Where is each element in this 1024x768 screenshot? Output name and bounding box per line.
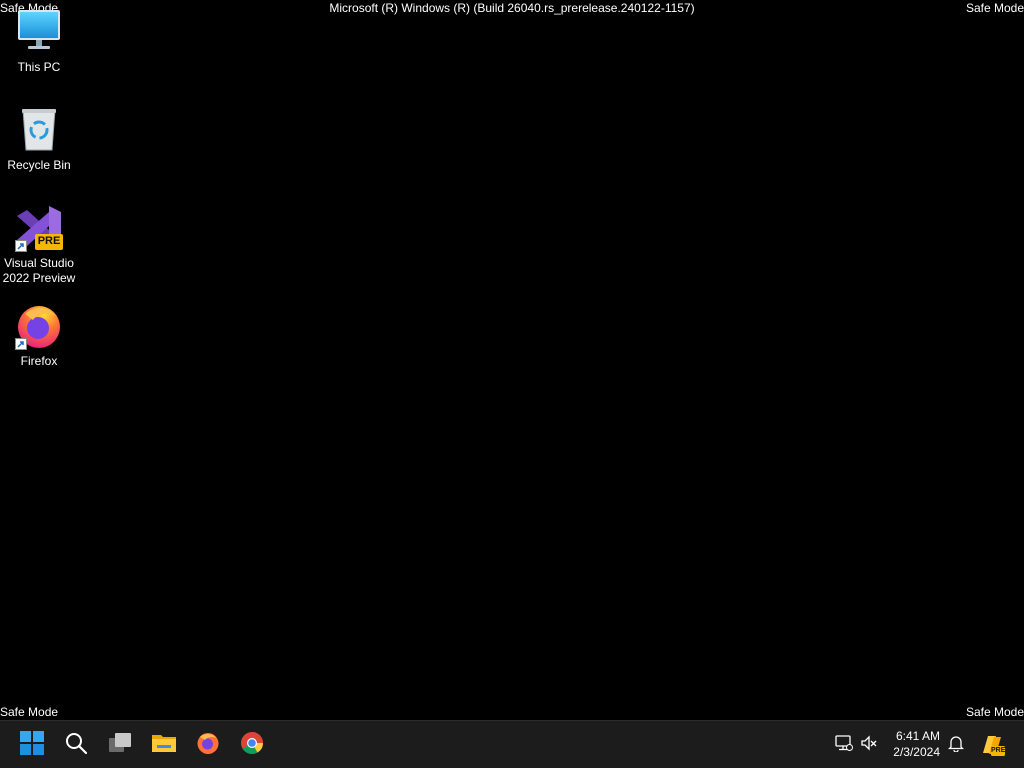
desktop-icon-label: Recycle Bin <box>7 158 71 172</box>
chrome-taskbar-button[interactable] <box>234 727 270 763</box>
desktop-icon-firefox[interactable]: Firefox <box>1 302 77 369</box>
notifications-button[interactable] <box>946 735 966 755</box>
start-button[interactable] <box>14 727 50 763</box>
windows-logo-icon <box>20 730 44 760</box>
shortcut-arrow-icon <box>15 338 27 350</box>
desktop-icon-recycle-bin[interactable]: Recycle Bin <box>1 106 77 173</box>
shortcut-arrow-icon <box>15 240 27 252</box>
chrome-icon <box>240 731 264 760</box>
desktop[interactable]: Safe Mode Microsoft (R) Windows (R) (Bui… <box>0 0 1024 720</box>
safe-mode-watermark-bottom-left: Safe Mode <box>0 705 59 719</box>
build-watermark: Microsoft (R) Windows (R) (Build 26040.r… <box>329 1 695 15</box>
clock-date: 2/3/2024 <box>893 745 940 759</box>
recycle-bin-icon <box>15 106 63 154</box>
taskbar: 6:41 AM 2/3/2024 PRE <box>0 720 1024 768</box>
volume-muted-icon <box>860 734 878 757</box>
firefox-taskbar-button[interactable] <box>190 727 226 763</box>
desktop-icon-visual-studio[interactable]: PRE Visual Studio 2022 Preview <box>1 204 77 286</box>
copilot-icon: PRE <box>979 733 1005 757</box>
volume-tray-button[interactable] <box>859 734 879 757</box>
safe-mode-watermark-top-right: Safe Mode <box>965 1 1024 15</box>
safe-mode-watermark-bottom-right: Safe Mode <box>965 705 1024 719</box>
search-icon <box>64 731 88 760</box>
file-explorer-button[interactable] <box>146 727 182 763</box>
search-button[interactable] <box>58 727 94 763</box>
clock-time: 6:41 AM <box>895 729 940 743</box>
monitor-icon <box>15 8 63 56</box>
desktop-icon-label: This PC <box>17 60 61 74</box>
taskbar-clock[interactable]: 6:41 AM 2/3/2024 <box>884 728 940 760</box>
firefox-icon <box>15 302 63 350</box>
pre-badge: PRE <box>37 235 61 247</box>
copilot-button[interactable]: PRE <box>974 727 1010 763</box>
copilot-pre-badge: PRE <box>991 747 1006 754</box>
desktop-icon-this-pc[interactable]: This PC <box>1 8 77 75</box>
desktop-icon-label: Visual Studio 2022 Preview <box>2 256 76 285</box>
network-disconnected-icon <box>835 734 853 757</box>
task-view-icon <box>108 731 132 760</box>
folder-icon <box>151 731 177 760</box>
desktop-icon-label: Firefox <box>20 354 58 368</box>
firefox-icon <box>196 731 220 760</box>
network-tray-button[interactable] <box>834 734 854 757</box>
task-view-button[interactable] <box>102 727 138 763</box>
visual-studio-preview-icon: PRE <box>15 204 63 252</box>
bell-icon <box>947 734 965 757</box>
